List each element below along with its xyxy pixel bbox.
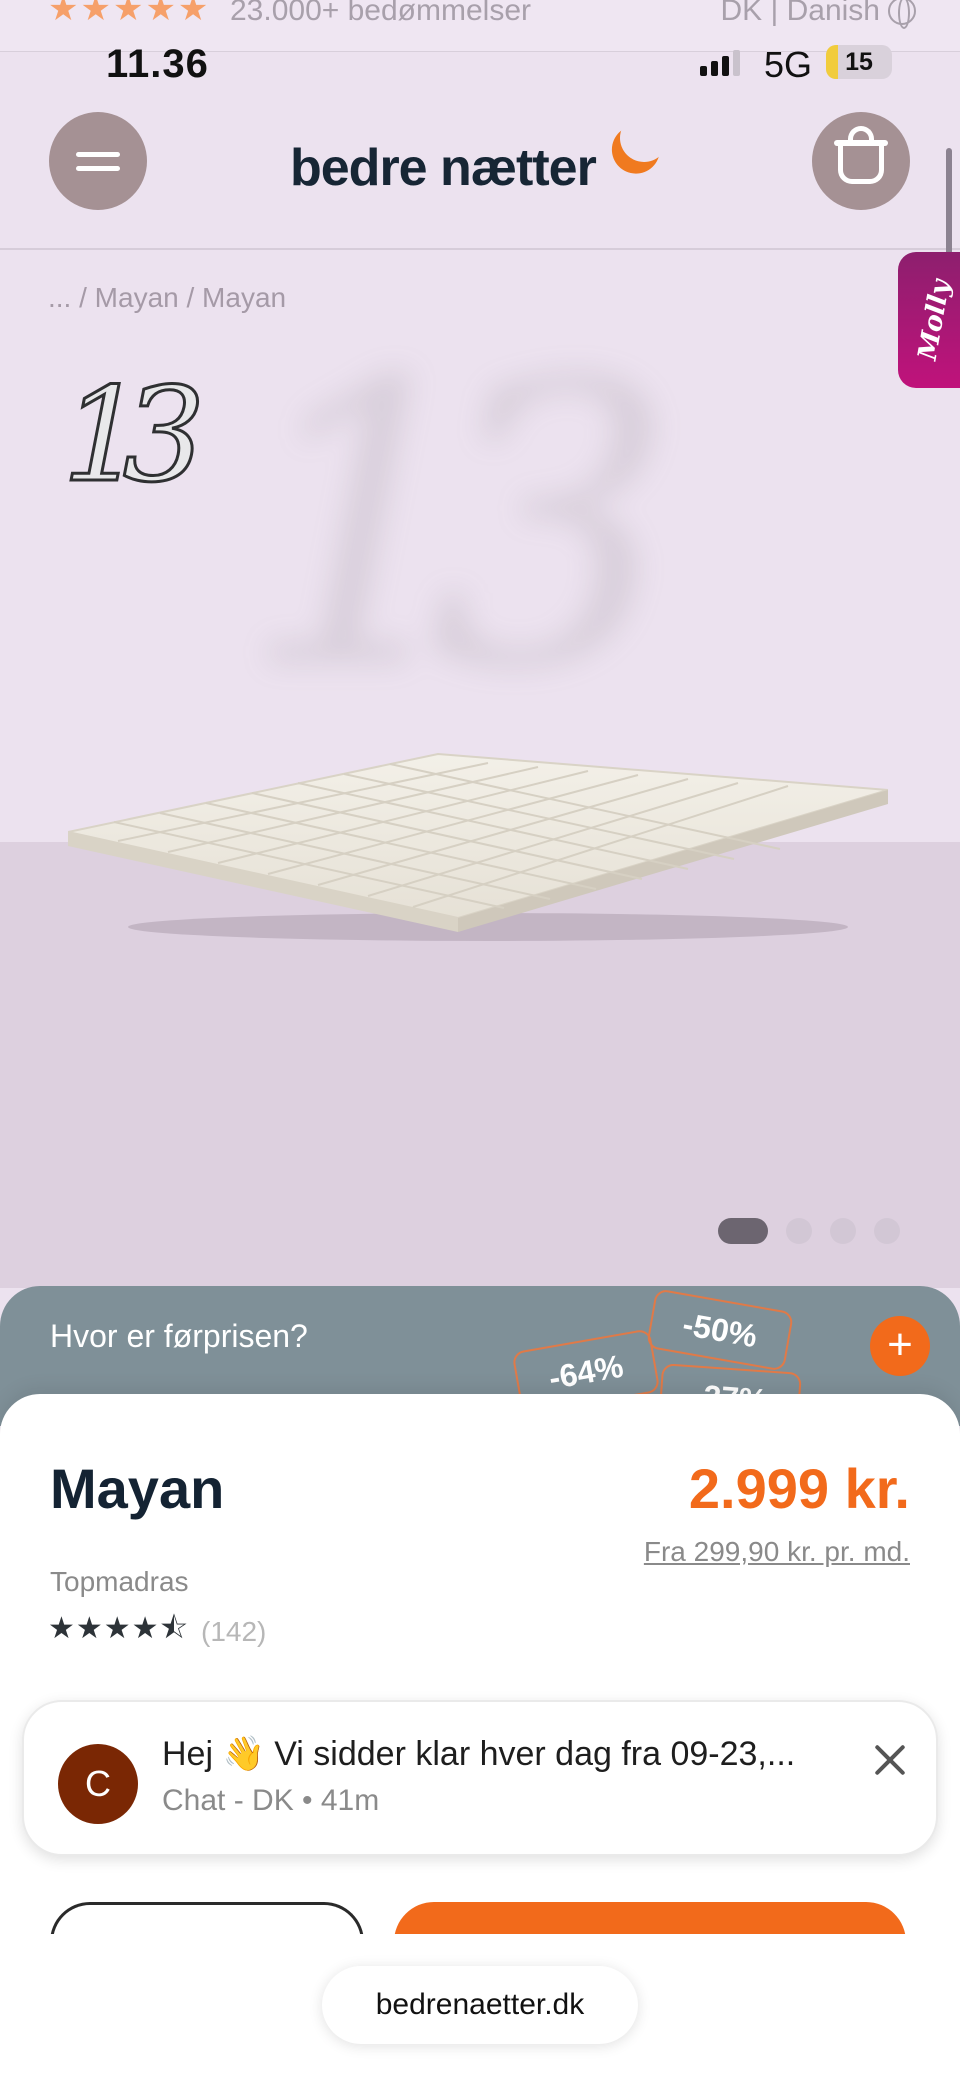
product-gallery[interactable]: 13 ... / Mayan / Mayan 13 [0,252,960,1288]
status-bar: 11.36 5G 15 [0,40,960,86]
carousel-indicators[interactable] [718,1218,900,1244]
battery-icon: 15 [826,45,892,79]
brand-mark-13: 13 [60,359,207,511]
product-info-sheet: Mayan 2.999 kr. Fra 299,90 kr. pr. md. T… [0,1394,960,1940]
globe-icon [888,0,916,29]
carousel-dot[interactable] [874,1218,900,1244]
discount-tag-50: -50% [645,1288,795,1372]
moon-icon [616,110,672,166]
molly-label: Molly [912,277,956,363]
chat-message: Hej 👋 Vi sidder klar hver dag fra 09-23,… [162,1735,796,1773]
carousel-dot[interactable] [830,1218,856,1244]
scrollbar[interactable] [946,148,952,258]
reviews-count[interactable]: 23.000+ bedømmelser [230,0,531,26]
review-count: (142) [201,1615,267,1647]
network-label: 5G [764,44,813,85]
cart-button[interactable] [812,112,910,210]
product-price: 2.999 kr. [688,1457,910,1520]
product-rating[interactable]: ★★★★⯪ (142) [48,1606,266,1657]
product-name: Mayan [50,1457,225,1520]
molly-side-tab[interactable]: Molly [898,252,960,388]
page: ★★★★★ 23.000+ bedømmelser DK | Danish 11… [0,0,960,2078]
status-time: 11.36 [106,42,209,86]
menu-icon [76,152,120,157]
chat-avatar: C [58,1744,138,1824]
prior-price-label: Hvor er førprisen? [50,1318,308,1354]
breadcrumb[interactable]: ... / Mayan / Mayan [48,282,286,314]
chat-notification[interactable]: C Hej 👋 Vi sidder klar hver dag fra 09-2… [22,1700,938,1856]
site-logo[interactable]: bedre nætter [290,138,597,198]
site-header: bedre nætter [0,86,960,250]
review-stars: ★★★★★ [48,0,211,28]
chat-meta: Chat - DK • 41m [162,1784,380,1817]
close-icon[interactable] [870,1740,910,1780]
signal-icon [700,50,740,76]
browser-url-pill[interactable]: bedrenaetter.dk [322,1966,638,2044]
installment-link[interactable]: Fra 299,90 kr. pr. md. [644,1536,910,1568]
mattress-image [68,752,888,941]
hero-watermark-13: 13 [240,300,676,754]
rating-stars-icon: ★★★★⯪ [48,1612,189,1645]
language-selector[interactable]: DK | Danish [720,0,916,29]
carousel-dot[interactable] [786,1218,812,1244]
expand-plus-icon[interactable]: + [870,1316,930,1376]
battery-level: 15 [845,48,873,76]
carousel-dot[interactable] [718,1218,768,1244]
product-category: Topmadras [50,1566,189,1597]
menu-button[interactable] [49,112,147,210]
language-label: DK | Danish [720,0,880,27]
